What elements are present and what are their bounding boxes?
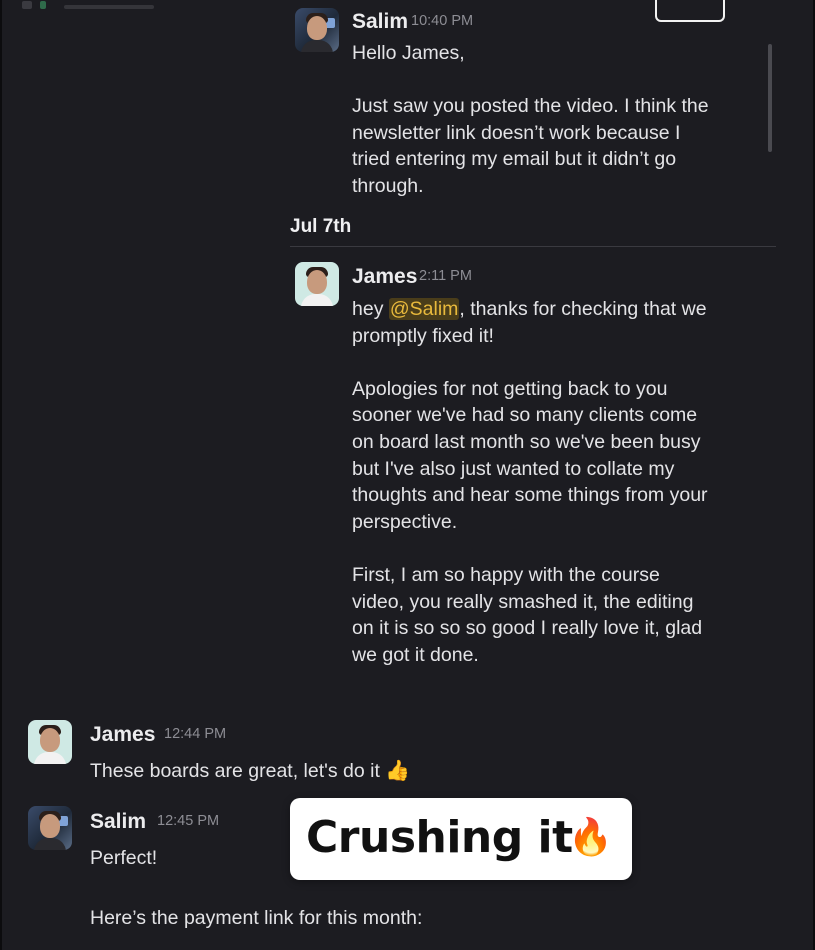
avatar-salim[interactable] bbox=[28, 806, 72, 850]
crushing-it-sticker: Crushing it 🔥 bbox=[290, 798, 632, 880]
sender-name[interactable]: Salim bbox=[352, 10, 408, 34]
sender-name[interactable]: James bbox=[352, 265, 417, 289]
top-left-toolbar bbox=[22, 0, 162, 14]
message-line: Apologies for not getting back to you bbox=[352, 377, 668, 400]
message-line: hey @Salim, thanks for checking that we bbox=[352, 296, 772, 323]
avatar-body bbox=[301, 40, 333, 52]
message-body: These boards are great, let's do it 👍 bbox=[90, 758, 530, 785]
message-line: Just saw you posted the video. I think t… bbox=[352, 95, 709, 118]
message-body: hey @Salim, thanks for checking that we … bbox=[352, 296, 772, 668]
message-line: but I've also just wanted to collate my bbox=[352, 457, 675, 480]
message-timestamp[interactable]: 2:11 PM bbox=[419, 268, 472, 284]
message-line: Here’s the payment link for this month: bbox=[90, 906, 423, 929]
message-line: perspective. bbox=[352, 510, 458, 533]
toolbar-text-stub bbox=[64, 5, 154, 9]
user-mention[interactable]: @Salim bbox=[388, 298, 460, 320]
divider-line bbox=[290, 246, 776, 247]
message-line: video, you really smashed it, the editin… bbox=[352, 590, 694, 613]
avatar-body bbox=[34, 752, 66, 764]
avatar-james[interactable] bbox=[295, 262, 339, 306]
message-body: Hello James, Just saw you posted the vid… bbox=[352, 40, 772, 200]
message-line: we got it done. bbox=[352, 643, 479, 666]
avatar-head bbox=[307, 270, 327, 294]
top-control-box[interactable] bbox=[655, 0, 725, 22]
window-edge-left bbox=[0, 0, 2, 950]
fire-icon: 🔥 bbox=[568, 816, 613, 857]
avatar-head bbox=[307, 16, 327, 40]
message-line: First, I am so happy with the course bbox=[352, 563, 660, 586]
message-timestamp[interactable]: 12:44 PM bbox=[164, 726, 226, 742]
sender-name[interactable]: James bbox=[90, 723, 155, 747]
greeting-text: hey bbox=[352, 298, 389, 320]
message-text: These boards are great, let's do it bbox=[90, 760, 380, 782]
avatar-head bbox=[40, 728, 60, 752]
avatar-body bbox=[301, 294, 333, 306]
avatar-james[interactable] bbox=[28, 720, 72, 764]
message-line: Hello James, bbox=[352, 42, 465, 64]
message-line: on board last month so we've been busy bbox=[352, 430, 701, 453]
avatar-head bbox=[40, 814, 60, 838]
toolbar-icon bbox=[22, 1, 32, 9]
date-divider: Jul 7th bbox=[290, 216, 352, 237]
message-text: , thanks for checking that we bbox=[459, 298, 707, 320]
avatar-body bbox=[34, 838, 66, 850]
message-line: through. bbox=[352, 174, 424, 197]
message-line: promptly fixed it! bbox=[352, 324, 494, 347]
message-line: sooner we've had so many clients come bbox=[352, 404, 698, 427]
avatar-salim[interactable] bbox=[295, 8, 339, 52]
message-line: tried entering my email but it didn’t go bbox=[352, 148, 677, 171]
message-timestamp[interactable]: 10:40 PM bbox=[411, 13, 473, 29]
message-line: newsletter link doesn’t work because I bbox=[352, 121, 681, 144]
toolbar-icon-green bbox=[40, 1, 46, 9]
message-line: on it is so so so good I really love it,… bbox=[352, 617, 703, 640]
message-timestamp[interactable]: 12:45 PM bbox=[157, 813, 219, 829]
message-line: thoughts and hear some things from your bbox=[352, 484, 708, 507]
thumbs-up-icon: 👍 bbox=[385, 760, 411, 782]
sender-name[interactable]: Salim bbox=[90, 810, 146, 834]
sticker-text: Crushing it bbox=[306, 812, 573, 863]
